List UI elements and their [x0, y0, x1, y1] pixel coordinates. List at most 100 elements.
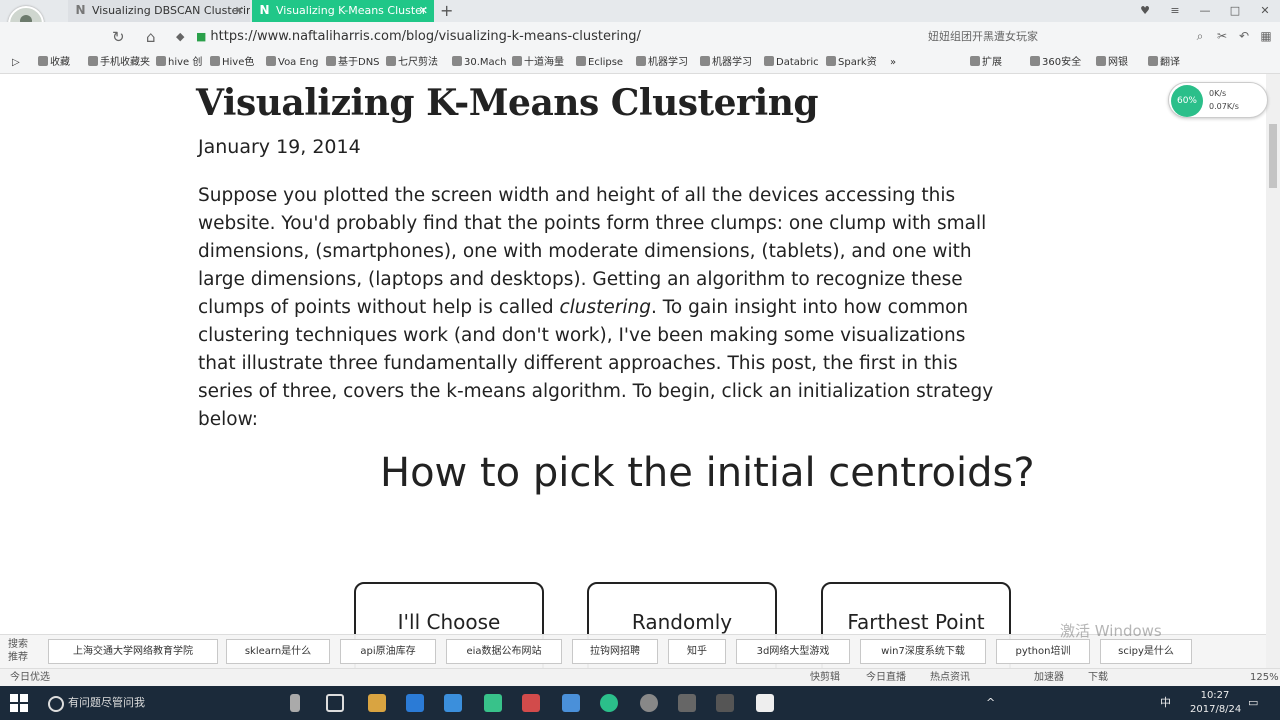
file-explorer-icon[interactable]	[368, 694, 386, 712]
bookmark-item[interactable]: Spark资	[826, 52, 877, 74]
bookmark-item[interactable]: hive 创	[156, 52, 202, 74]
browser-360-icon[interactable]	[600, 694, 618, 712]
cortana-search[interactable]: 有问题尽管问我	[40, 686, 280, 720]
more-bookmarks-icon[interactable]: »	[890, 52, 896, 74]
hot-search-item[interactable]: eia数据公布网站	[446, 639, 562, 664]
site-favicon-icon: N	[75, 3, 86, 17]
status-item[interactable]: 今日直播	[866, 669, 906, 686]
status-item[interactable]: 加速器	[1034, 669, 1064, 686]
store-icon[interactable]	[444, 694, 462, 712]
window-controls: ♥ ≡ — □ ✕	[1130, 0, 1280, 22]
bookmark-item[interactable]: 基于DNS	[326, 52, 380, 74]
app-icon[interactable]	[522, 694, 540, 712]
scrollbar-thumb[interactable]	[1269, 124, 1277, 188]
post-date: January 19, 2014	[198, 136, 361, 158]
site-favicon-icon: N	[259, 3, 270, 17]
browser-status-bar: 今日优选 快剪辑 今日直播 热点资讯 加速器 下载 125%	[0, 668, 1280, 686]
hot-search-item[interactable]: 上海交通大学网络教育学院	[48, 639, 218, 664]
url-field[interactable]: ■ https://www.naftaliharris.com/blog/visu…	[196, 27, 641, 47]
wechat-icon[interactable]	[484, 694, 502, 712]
new-tab-button[interactable]: +	[440, 0, 453, 22]
minimize-button[interactable]: —	[1190, 0, 1220, 22]
hot-search-item[interactable]: 3d网络大型游戏	[736, 639, 850, 664]
edge-icon[interactable]	[406, 694, 424, 712]
translate-button[interactable]: 翻译	[1148, 52, 1180, 74]
hot-search-item[interactable]: api原油库存	[340, 639, 436, 664]
daily-picks-link[interactable]: 今日优选	[10, 669, 50, 686]
toolbar-icons: ⌕ ✂ ↶ ▦	[1192, 26, 1274, 46]
undo-icon[interactable]: ↶	[1236, 26, 1252, 46]
intro-paragraph: Suppose you plotted the screen width and…	[198, 185, 994, 430]
tab-strip: N Visualizing DBSCAN Clusterin ✕ N Visua…	[0, 0, 1280, 42]
activate-windows-watermark: 激活 Windows	[1060, 622, 1162, 640]
network-speed-widget[interactable]: 60% 0K/s 0.07K/s	[1168, 82, 1268, 118]
bookmark-item[interactable]: 机器学习	[700, 52, 752, 74]
address-bar-row: ↻ ⌂ ◆ ■ https://www.naftaliharris.com/blo…	[0, 22, 1280, 52]
screenshot-icon[interactable]: ✂	[1214, 26, 1230, 46]
bookmark-item[interactable]: 收藏	[38, 52, 70, 74]
ime-indicator[interactable]: 中	[1160, 686, 1171, 720]
bookmark-item[interactable]: Databric	[764, 52, 819, 74]
task-view-icon[interactable]	[326, 694, 344, 712]
clustering-emphasis: clustering	[559, 297, 652, 318]
zoom-level[interactable]: 125%	[1250, 669, 1279, 686]
status-item[interactable]: 快剪辑	[810, 669, 840, 686]
page-title: Visualizing K-Means Clustering	[196, 82, 819, 124]
search-suggestion[interactable]: 妞妞组团开黑遭女玩家	[928, 27, 1038, 47]
bookmark-item[interactable]: 十道海量	[512, 52, 564, 74]
tray-overflow-icon[interactable]: ^	[986, 686, 995, 720]
close-window-button[interactable]: ✕	[1250, 0, 1280, 22]
hot-search-item[interactable]: 知乎	[668, 639, 726, 664]
bookmark-item[interactable]: Hive色	[210, 52, 254, 74]
bookmark-item[interactable]: 七尺剪法	[386, 52, 438, 74]
hot-search-item[interactable]: sklearn是什么	[226, 639, 330, 664]
extensions-button[interactable]: 扩展	[970, 52, 1002, 74]
tab-label: Visualizing K-Means Cluster	[276, 4, 427, 17]
maximize-button[interactable]: □	[1220, 0, 1250, 22]
app-icon[interactable]	[640, 694, 658, 712]
system-clock[interactable]: 10:27 2017/8/24	[1190, 689, 1241, 717]
banking-button[interactable]: 网银	[1096, 52, 1128, 74]
app-icon[interactable]	[678, 694, 696, 712]
app-icon[interactable]	[756, 694, 774, 712]
notifications-icon[interactable]: ▭	[1248, 686, 1258, 720]
home-icon[interactable]: ⌂	[146, 26, 156, 48]
centroid-question-heading: How to pick the initial centroids?	[380, 450, 1035, 496]
download-speed: 0.07K/s	[1209, 102, 1239, 111]
sidebar-toggle-icon[interactable]: ▷	[12, 52, 20, 74]
microphone-icon[interactable]	[290, 694, 300, 712]
close-tab-icon[interactable]: ✕	[419, 0, 428, 22]
web-page: Visualizing K-Means Clustering January 1…	[0, 74, 1266, 668]
shield-icon[interactable]: ◆	[176, 26, 184, 48]
hot-search-item[interactable]: scipy是什么	[1100, 639, 1192, 664]
skin-icon[interactable]: ♥	[1130, 0, 1160, 22]
menu-icon[interactable]: ≡	[1160, 0, 1190, 22]
refresh-icon[interactable]: ↻	[112, 26, 125, 48]
tab-kmeans[interactable]: N Visualizing K-Means Cluster ✕	[252, 0, 434, 22]
app-icon[interactable]	[716, 694, 734, 712]
bookmark-item[interactable]: 手机收藏夹	[88, 52, 150, 74]
bookmark-item[interactable]: 机器学习	[636, 52, 688, 74]
tab-label: Visualizing DBSCAN Clusterin	[92, 4, 250, 17]
tab-dbscan[interactable]: N Visualizing DBSCAN Clusterin ✕	[68, 0, 250, 22]
bookmark-item[interactable]: Voa Eng	[266, 52, 319, 74]
close-tab-icon[interactable]: ✕	[235, 0, 244, 22]
page-scrollbar[interactable]	[1266, 74, 1280, 668]
bookmark-item[interactable]: Eclipse	[576, 52, 623, 74]
hot-search-item[interactable]: win7深度系统下载	[860, 639, 986, 664]
hot-search-item[interactable]: 拉钩网招聘	[572, 639, 658, 664]
status-item[interactable]: 下载	[1088, 669, 1108, 686]
search-icon[interactable]: ⌕	[1192, 26, 1208, 46]
bookmark-item[interactable]: 30.Mach	[452, 52, 507, 74]
hot-search-label: 搜索 推荐	[8, 639, 28, 663]
security-button[interactable]: 360安全	[1030, 52, 1081, 74]
app-icon[interactable]	[562, 694, 580, 712]
windows-taskbar: 有问题尽管问我 ^ 中 10:27 2017/8/24 ▭	[0, 686, 1280, 720]
hot-search-item[interactable]: python培训	[996, 639, 1090, 664]
bookmarks-bar: ▷ 收藏 手机收藏夹 hive 创 Hive色 Voa Eng 基于DNS 七尺…	[0, 52, 1280, 74]
speed-badge: 60%	[1171, 85, 1203, 117]
grid-icon[interactable]: ▦	[1258, 26, 1274, 46]
status-item[interactable]: 热点资讯	[930, 669, 970, 686]
lock-icon: ■	[196, 30, 207, 43]
windows-start-icon[interactable]	[10, 694, 28, 712]
